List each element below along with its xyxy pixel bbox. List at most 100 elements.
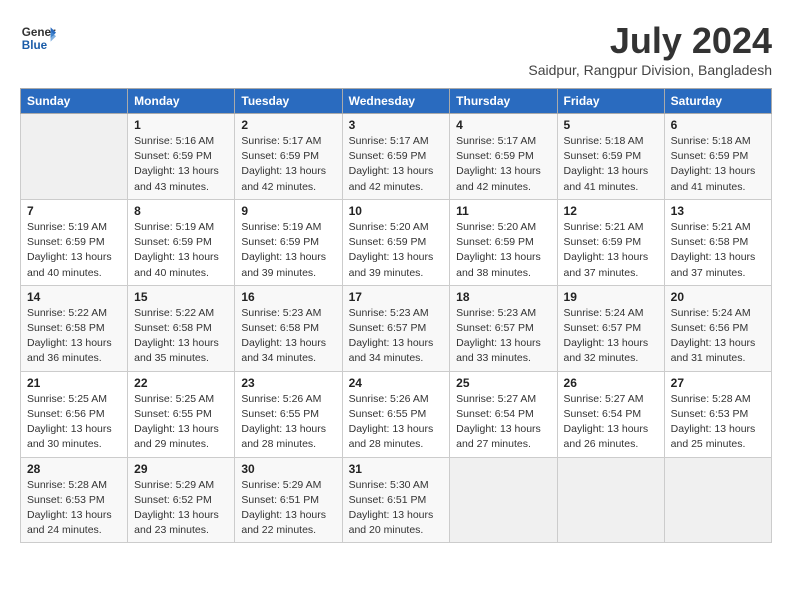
day-info: Sunrise: 5:27 AM Sunset: 6:54 PM Dayligh… (456, 392, 550, 453)
week-row-2: 7 Sunrise: 5:19 AM Sunset: 6:59 PM Daylig… (21, 199, 772, 285)
calendar-cell: 6 Sunrise: 5:18 AM Sunset: 6:59 PM Daylig… (664, 114, 771, 200)
day-number: 16 (241, 290, 335, 304)
day-info: Sunrise: 5:29 AM Sunset: 6:51 PM Dayligh… (241, 478, 335, 539)
calendar-header-row: SundayMondayTuesdayWednesdayThursdayFrid… (21, 89, 772, 114)
calendar-cell: 30 Sunrise: 5:29 AM Sunset: 6:51 PM Dayli… (235, 457, 342, 543)
calendar-cell: 4 Sunrise: 5:17 AM Sunset: 6:59 PM Daylig… (450, 114, 557, 200)
calendar-cell: 29 Sunrise: 5:29 AM Sunset: 6:52 PM Dayli… (128, 457, 235, 543)
day-number: 5 (564, 118, 658, 132)
calendar-cell: 15 Sunrise: 5:22 AM Sunset: 6:58 PM Dayli… (128, 285, 235, 371)
calendar-cell: 8 Sunrise: 5:19 AM Sunset: 6:59 PM Daylig… (128, 199, 235, 285)
day-info: Sunrise: 5:20 AM Sunset: 6:59 PM Dayligh… (456, 220, 550, 281)
calendar-cell: 16 Sunrise: 5:23 AM Sunset: 6:58 PM Dayli… (235, 285, 342, 371)
day-number: 23 (241, 376, 335, 390)
page-header: General Blue July 2024 Saidpur, Rangpur … (20, 20, 772, 78)
col-header-friday: Friday (557, 89, 664, 114)
day-number: 29 (134, 462, 228, 476)
calendar-cell: 9 Sunrise: 5:19 AM Sunset: 6:59 PM Daylig… (235, 199, 342, 285)
day-number: 19 (564, 290, 658, 304)
calendar-cell: 10 Sunrise: 5:20 AM Sunset: 6:59 PM Dayli… (342, 199, 450, 285)
logo-icon: General Blue (20, 20, 56, 56)
calendar-cell: 3 Sunrise: 5:17 AM Sunset: 6:59 PM Daylig… (342, 114, 450, 200)
day-number: 9 (241, 204, 335, 218)
day-number: 15 (134, 290, 228, 304)
calendar-cell: 23 Sunrise: 5:26 AM Sunset: 6:55 PM Dayli… (235, 371, 342, 457)
day-info: Sunrise: 5:18 AM Sunset: 6:59 PM Dayligh… (671, 134, 765, 195)
calendar-cell: 26Sunrise: 5:27 AM Sunset: 6:54 PM Dayli… (557, 371, 664, 457)
calendar-cell: 25 Sunrise: 5:27 AM Sunset: 6:54 PM Dayli… (450, 371, 557, 457)
calendar-cell: 21Sunrise: 5:25 AM Sunset: 6:56 PM Dayli… (21, 371, 128, 457)
calendar-cell (21, 114, 128, 200)
day-info: Sunrise: 5:17 AM Sunset: 6:59 PM Dayligh… (349, 134, 444, 195)
day-number: 30 (241, 462, 335, 476)
calendar-cell: 14 Sunrise: 5:22 AM Sunset: 6:58 PM Dayli… (21, 285, 128, 371)
calendar-cell: 28 Sunrise: 5:28 AM Sunset: 6:53 PM Dayli… (21, 457, 128, 543)
day-info: Sunrise: 5:22 AM Sunset: 6:58 PM Dayligh… (134, 306, 228, 367)
day-info: Sunrise: 5:23 AM Sunset: 6:57 PM Dayligh… (349, 306, 444, 367)
day-info: Sunrise: 5:26 AM Sunset: 6:55 PM Dayligh… (349, 392, 444, 453)
day-info: Sunrise: 5:19 AM Sunset: 6:59 PM Dayligh… (134, 220, 228, 281)
calendar-cell: 18 Sunrise: 5:23 AM Sunset: 6:57 PM Dayli… (450, 285, 557, 371)
day-number: 2 (241, 118, 335, 132)
calendar-cell: 19 Sunrise: 5:24 AM Sunset: 6:57 PM Dayli… (557, 285, 664, 371)
day-info: Sunrise: 5:24 AM Sunset: 6:57 PM Dayligh… (564, 306, 658, 367)
day-info: Sunrise: 5:23 AM Sunset: 6:57 PM Dayligh… (456, 306, 550, 367)
day-number: 21 (27, 376, 121, 390)
day-info: Sunrise: 5:22 AM Sunset: 6:58 PM Dayligh… (27, 306, 121, 367)
title-section: July 2024 Saidpur, Rangpur Division, Ban… (528, 20, 772, 78)
day-number: 14 (27, 290, 121, 304)
calendar-table: SundayMondayTuesdayWednesdayThursdayFrid… (20, 88, 772, 543)
day-number: 3 (349, 118, 444, 132)
calendar-cell: 2 Sunrise: 5:17 AM Sunset: 6:59 PM Daylig… (235, 114, 342, 200)
day-info: Sunrise: 5:17 AM Sunset: 6:59 PM Dayligh… (241, 134, 335, 195)
day-number: 17 (349, 290, 444, 304)
day-number: 12 (564, 204, 658, 218)
day-info: Sunrise: 5:17 AM Sunset: 6:59 PM Dayligh… (456, 134, 550, 195)
day-info: Sunrise: 5:21 AM Sunset: 6:58 PM Dayligh… (671, 220, 765, 281)
day-number: 6 (671, 118, 765, 132)
month-year-title: July 2024 (528, 20, 772, 62)
calendar-cell: 13 Sunrise: 5:21 AM Sunset: 6:58 PM Dayli… (664, 199, 771, 285)
col-header-saturday: Saturday (664, 89, 771, 114)
calendar-cell: 7 Sunrise: 5:19 AM Sunset: 6:59 PM Daylig… (21, 199, 128, 285)
day-info: Sunrise: 5:19 AM Sunset: 6:59 PM Dayligh… (241, 220, 335, 281)
calendar-cell: 11 Sunrise: 5:20 AM Sunset: 6:59 PM Dayli… (450, 199, 557, 285)
day-number: 20 (671, 290, 765, 304)
day-number: 18 (456, 290, 550, 304)
day-info: Sunrise: 5:26 AM Sunset: 6:55 PM Dayligh… (241, 392, 335, 453)
svg-text:Blue: Blue (22, 39, 48, 52)
day-number: 13 (671, 204, 765, 218)
day-info: Sunrise: 5:23 AM Sunset: 6:58 PM Dayligh… (241, 306, 335, 367)
day-number: 27 (671, 376, 765, 390)
day-number: 10 (349, 204, 444, 218)
calendar-cell (450, 457, 557, 543)
day-info: Sunrise: 5:20 AM Sunset: 6:59 PM Dayligh… (349, 220, 444, 281)
day-info: Sunrise: 5:28 AM Sunset: 6:53 PM Dayligh… (27, 478, 121, 539)
day-info: Sunrise: 5:19 AM Sunset: 6:59 PM Dayligh… (27, 220, 121, 281)
day-info: Sunrise: 5:18 AM Sunset: 6:59 PM Dayligh… (564, 134, 658, 195)
day-number: 8 (134, 204, 228, 218)
calendar-cell: 12 Sunrise: 5:21 AM Sunset: 6:59 PM Dayli… (557, 199, 664, 285)
day-info: Sunrise: 5:24 AM Sunset: 6:56 PM Dayligh… (671, 306, 765, 367)
week-row-5: 28 Sunrise: 5:28 AM Sunset: 6:53 PM Dayli… (21, 457, 772, 543)
day-number: 25 (456, 376, 550, 390)
calendar-cell: 27Sunrise: 5:28 AM Sunset: 6:53 PM Dayli… (664, 371, 771, 457)
calendar-cell: 22Sunrise: 5:25 AM Sunset: 6:55 PM Dayli… (128, 371, 235, 457)
calendar-cell: 24 Sunrise: 5:26 AM Sunset: 6:55 PM Dayli… (342, 371, 450, 457)
calendar-body: 1Sunrise: 5:16 AM Sunset: 6:59 PM Daylig… (21, 114, 772, 543)
day-number: 11 (456, 204, 550, 218)
day-info: Sunrise: 5:27 AM Sunset: 6:54 PM Dayligh… (564, 392, 658, 453)
calendar-cell: 5 Sunrise: 5:18 AM Sunset: 6:59 PM Daylig… (557, 114, 664, 200)
day-number: 4 (456, 118, 550, 132)
day-number: 24 (349, 376, 444, 390)
col-header-monday: Monday (128, 89, 235, 114)
day-number: 7 (27, 204, 121, 218)
day-info: Sunrise: 5:21 AM Sunset: 6:59 PM Dayligh… (564, 220, 658, 281)
calendar-cell (664, 457, 771, 543)
col-header-wednesday: Wednesday (342, 89, 450, 114)
week-row-1: 1Sunrise: 5:16 AM Sunset: 6:59 PM Daylig… (21, 114, 772, 200)
day-number: 28 (27, 462, 121, 476)
week-row-4: 21Sunrise: 5:25 AM Sunset: 6:56 PM Dayli… (21, 371, 772, 457)
col-header-tuesday: Tuesday (235, 89, 342, 114)
day-info: Sunrise: 5:29 AM Sunset: 6:52 PM Dayligh… (134, 478, 228, 539)
